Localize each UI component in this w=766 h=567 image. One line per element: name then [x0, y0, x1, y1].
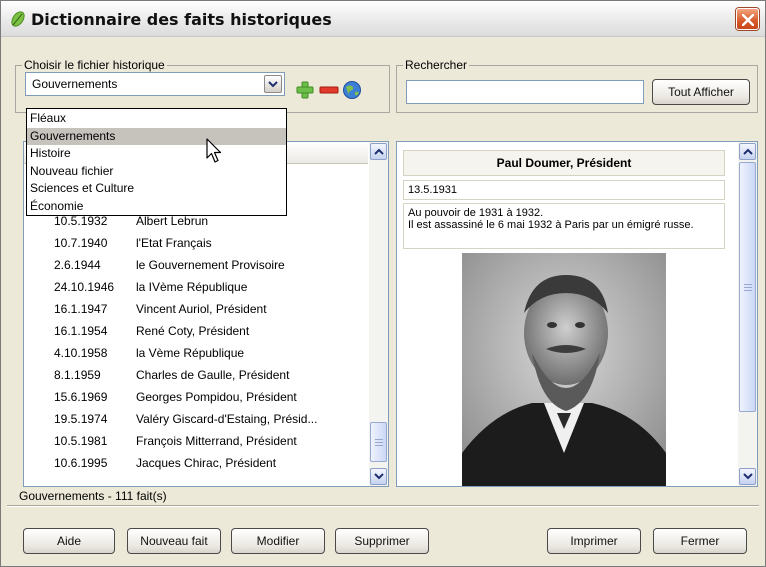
dropdown-option[interactable]: Économie [27, 198, 286, 215]
detail-date: 13.5.1931 [403, 180, 725, 200]
file-select-value: Gouvernements [32, 77, 118, 91]
row-date: 24.10.1946 [54, 280, 115, 294]
list-row[interactable]: 10.5.1981 François Mitterrand, Président [24, 430, 368, 452]
row-name: Valéry Giscard-d'Estaing, Présid... [136, 412, 318, 426]
row-name: Vincent Auriol, Président [136, 302, 267, 316]
detail-scroll-up[interactable] [739, 143, 756, 160]
list-scrollbar[interactable] [369, 142, 388, 486]
main-window: Dictionnaire des faits historiques Chois… [0, 0, 766, 567]
row-name: René Coty, Président [136, 324, 250, 338]
close-window-button[interactable]: Fermer [653, 528, 747, 554]
row-date: 16.1.1947 [54, 302, 108, 316]
row-name: François Mitterrand, Président [136, 434, 297, 448]
row-date: 4.10.1958 [54, 346, 108, 360]
detail-scrollbar[interactable] [738, 142, 757, 486]
file-group-legend: Choisir le fichier historique [22, 58, 167, 72]
chevron-down-icon [268, 81, 278, 88]
row-name: Georges Pompidou, Président [136, 390, 297, 404]
detail-description-line2: Il est assassiné le 6 mai 1932 à Paris p… [408, 219, 694, 231]
row-date: 8.1.1959 [54, 368, 101, 382]
list-row[interactable]: 16.1.1954 René Coty, Président [24, 320, 368, 342]
row-date: 10.5.1932 [54, 214, 108, 228]
dropdown-option[interactable]: Histoire [27, 145, 286, 162]
detail-panel: Paul Doumer, Président 13.5.1931 Au pouv… [396, 141, 758, 487]
row-date: 19.5.1974 [54, 412, 108, 426]
row-name: Albert Lebrun [136, 214, 209, 228]
close-icon [742, 14, 754, 26]
dropdown-option[interactable]: Sciences et Culture [27, 180, 286, 197]
list-row[interactable]: 4.10.1958 la Vème République [24, 342, 368, 364]
mouse-cursor-icon [206, 138, 222, 163]
file-select[interactable]: Gouvernements [25, 72, 285, 96]
list-scroll-thumb[interactable] [370, 422, 387, 462]
row-name: la IVème République [136, 280, 248, 294]
detail-description-line1: Au pouvoir de 1931 à 1932. [408, 207, 544, 219]
list-row[interactable]: 16.1.1947 Vincent Auriol, Président [24, 298, 368, 320]
search-group-legend: Rechercher [403, 58, 470, 72]
new-fact-button[interactable]: Nouveau fait [127, 528, 221, 554]
row-date: 2.6.1944 [54, 258, 101, 272]
file-select-arrow[interactable] [264, 75, 282, 93]
detail-title: Paul Doumer, Président [403, 150, 725, 176]
search-input[interactable] [406, 80, 644, 104]
detail-scroll-down[interactable] [739, 468, 756, 485]
delete-button[interactable]: Supprimer [335, 528, 429, 554]
plus-icon[interactable] [295, 80, 315, 100]
list-row[interactable]: 15.6.1969 Georges Pompidou, Président [24, 386, 368, 408]
list-row[interactable]: 8.1.1959 Charles de Gaulle, Président [24, 364, 368, 386]
row-name: Charles de Gaulle, Président [136, 368, 290, 382]
list-row[interactable]: 10.6.1995 Jacques Chirac, Président [24, 452, 368, 474]
chevron-up-icon [374, 148, 384, 155]
list-scroll-up[interactable] [370, 143, 387, 160]
portrait-image [462, 253, 666, 486]
globe-icon[interactable] [342, 80, 362, 100]
list-row[interactable]: 24.10.1946 la IVème République [24, 276, 368, 298]
row-name: la Vème République [136, 346, 245, 360]
window-title: Dictionnaire des faits historiques [31, 10, 332, 29]
row-name: l'Etat Français [136, 236, 212, 250]
leaf-icon [11, 11, 25, 27]
dropdown-option[interactable]: Fléaux [27, 110, 286, 127]
row-date: 10.5.1981 [54, 434, 108, 448]
row-date: 10.7.1940 [54, 236, 108, 250]
edit-button[interactable]: Modifier [231, 528, 325, 554]
row-name: le Gouvernement Provisoire [136, 258, 285, 272]
chevron-down-icon [743, 473, 753, 480]
divider [7, 505, 759, 507]
detail-description: Au pouvoir de 1931 à 1932. Il est assass… [403, 203, 725, 249]
chevron-up-icon [743, 148, 753, 155]
list-scroll-down[interactable] [370, 468, 387, 485]
row-name: Jacques Chirac, Président [136, 456, 277, 470]
row-date: 10.6.1995 [54, 456, 108, 470]
minus-icon[interactable] [319, 80, 339, 100]
print-button[interactable]: Imprimer [547, 528, 641, 554]
title-bar[interactable]: Dictionnaire des faits historiques [1, 1, 765, 37]
file-dropdown-list[interactable]: Fléaux Gouvernements Histoire Nouveau fichi… [26, 108, 287, 216]
detail-scroll-thumb[interactable] [739, 162, 756, 412]
status-text: Gouvernements - 111 fait(s) [19, 489, 167, 503]
help-button[interactable]: Aide [23, 528, 115, 554]
show-all-button[interactable]: Tout Afficher [652, 79, 750, 105]
dropdown-option[interactable]: Nouveau fichier [27, 163, 286, 180]
close-button[interactable] [736, 8, 759, 30]
chevron-down-icon [374, 473, 384, 480]
list-row[interactable]: 19.5.1974 Valéry Giscard-d'Estaing, Prési… [24, 408, 368, 430]
list-row[interactable]: 2.6.1944 le Gouvernement Provisoire [24, 254, 368, 276]
row-date: 15.6.1969 [54, 390, 108, 404]
dropdown-option[interactable]: Gouvernements [27, 127, 286, 145]
row-date: 16.1.1954 [54, 324, 108, 338]
list-row[interactable]: 10.7.1940 l'Etat Français [24, 232, 368, 254]
